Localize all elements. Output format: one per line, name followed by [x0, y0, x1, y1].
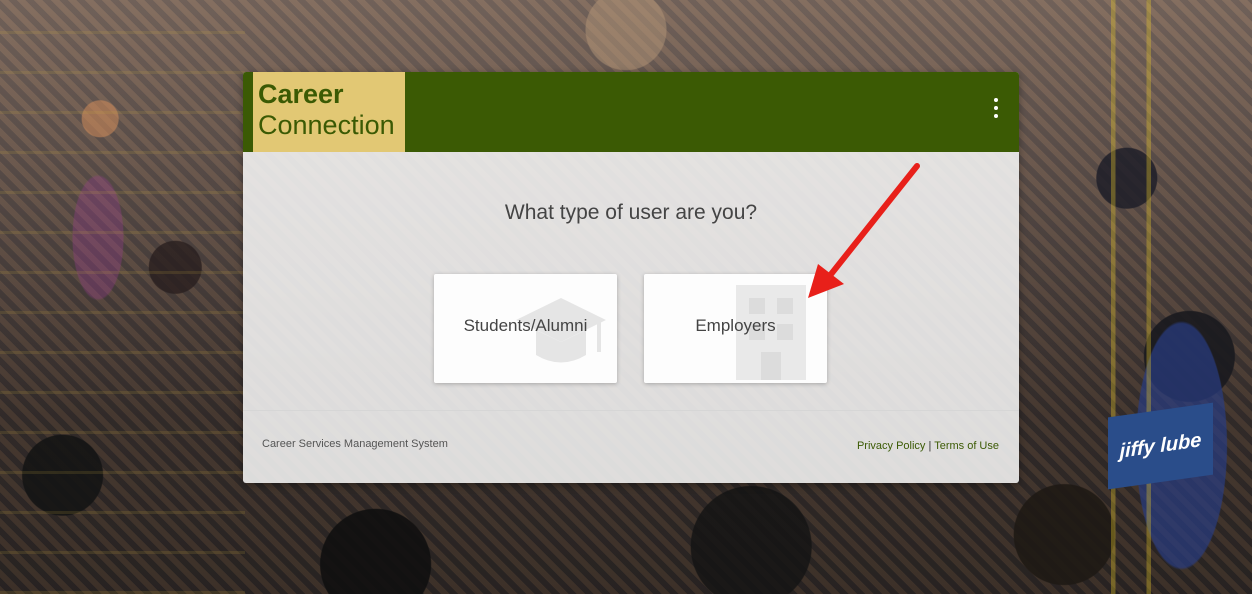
logo-text-career: Career: [258, 79, 344, 109]
logo-text-connection: Connection: [258, 110, 395, 140]
page: jiffy lube Career Connection What type o…: [0, 0, 1252, 594]
banner-text: jiffy lube: [1119, 428, 1202, 463]
background-crowd-left: [0, 0, 245, 594]
privacy-policy-link[interactable]: Privacy Policy: [857, 440, 925, 452]
login-card: Career Connection What type of user are …: [243, 72, 1019, 483]
background-banner: jiffy lube: [1108, 402, 1213, 490]
employers-label: Employers: [695, 316, 776, 335]
career-connection-logo[interactable]: Career Connection: [253, 72, 405, 152]
user-type-prompt: What type of user are you?: [504, 201, 758, 224]
footer-divider: [243, 410, 1019, 411]
students-alumni-label: Students/Alumni: [463, 316, 588, 335]
more-vert-icon[interactable]: [991, 98, 1001, 124]
students-alumni-button[interactable]: Students/Alumni: [434, 274, 617, 383]
background-crowd-right: [1017, 0, 1252, 594]
footer-separator: |: [928, 440, 932, 452]
employers-button[interactable]: Employers: [644, 274, 827, 383]
footer-links: Privacy Policy | Terms of Use: [857, 440, 999, 452]
header-bar: Career Connection: [243, 72, 1019, 152]
terms-of-use-link[interactable]: Terms of Use: [934, 440, 999, 452]
system-name: Career Services Management System: [262, 438, 448, 450]
